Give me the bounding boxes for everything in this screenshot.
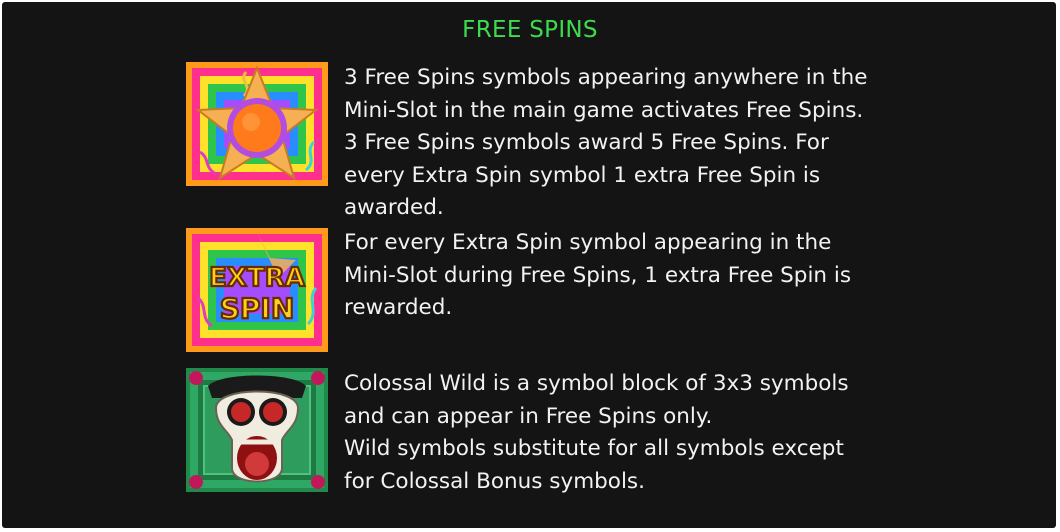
extra-spin-icon-label: EXTRA (209, 263, 305, 293)
rule-line: and can appear in Free Spins only. (344, 403, 713, 429)
rule-line: Mini-Slot in the main game activates Fre… (344, 97, 864, 123)
free-spins-rule-text: 3 Free Spins symbols appearing anywhere … (344, 62, 904, 225)
extra-spin-icon-label: SPIN (220, 292, 295, 325)
rule-line: 3 Free Spins symbols award 5 Free Spins.… (344, 130, 829, 155)
rule-line: awarded. (344, 195, 444, 220)
page-title: FREE SPINS (462, 17, 598, 43)
rule-line: 3 Free Spins symbols appearing anywhere … (344, 65, 868, 90)
extra-spin-icon: EXTRA SPIN (186, 228, 328, 352)
rule-line: for Colossal Bonus symbols. (344, 468, 645, 494)
rule-line: rewarded. (344, 295, 453, 320)
pinata-star-icon (186, 62, 328, 186)
colossal-wild-rule-text: Colossal Wild is a symbol block of 3x3 s… (344, 368, 904, 498)
colossal-wild-skull-icon (186, 368, 328, 492)
rule-line: Wild symbols substitute for all symbols … (344, 436, 844, 461)
rule-line: Colossal Wild is a symbol block of 3x3 s… (344, 371, 849, 396)
rule-line: every Extra Spin symbol 1 extra Free Spi… (344, 162, 821, 188)
extra-spin-rule-text: For every Extra Spin symbol appearing in… (344, 227, 904, 325)
rule-line: For every Extra Spin symbol appearing in… (344, 230, 832, 255)
rule-line: Mini-Slot during Free Spins, 1 extra Fre… (344, 262, 852, 288)
